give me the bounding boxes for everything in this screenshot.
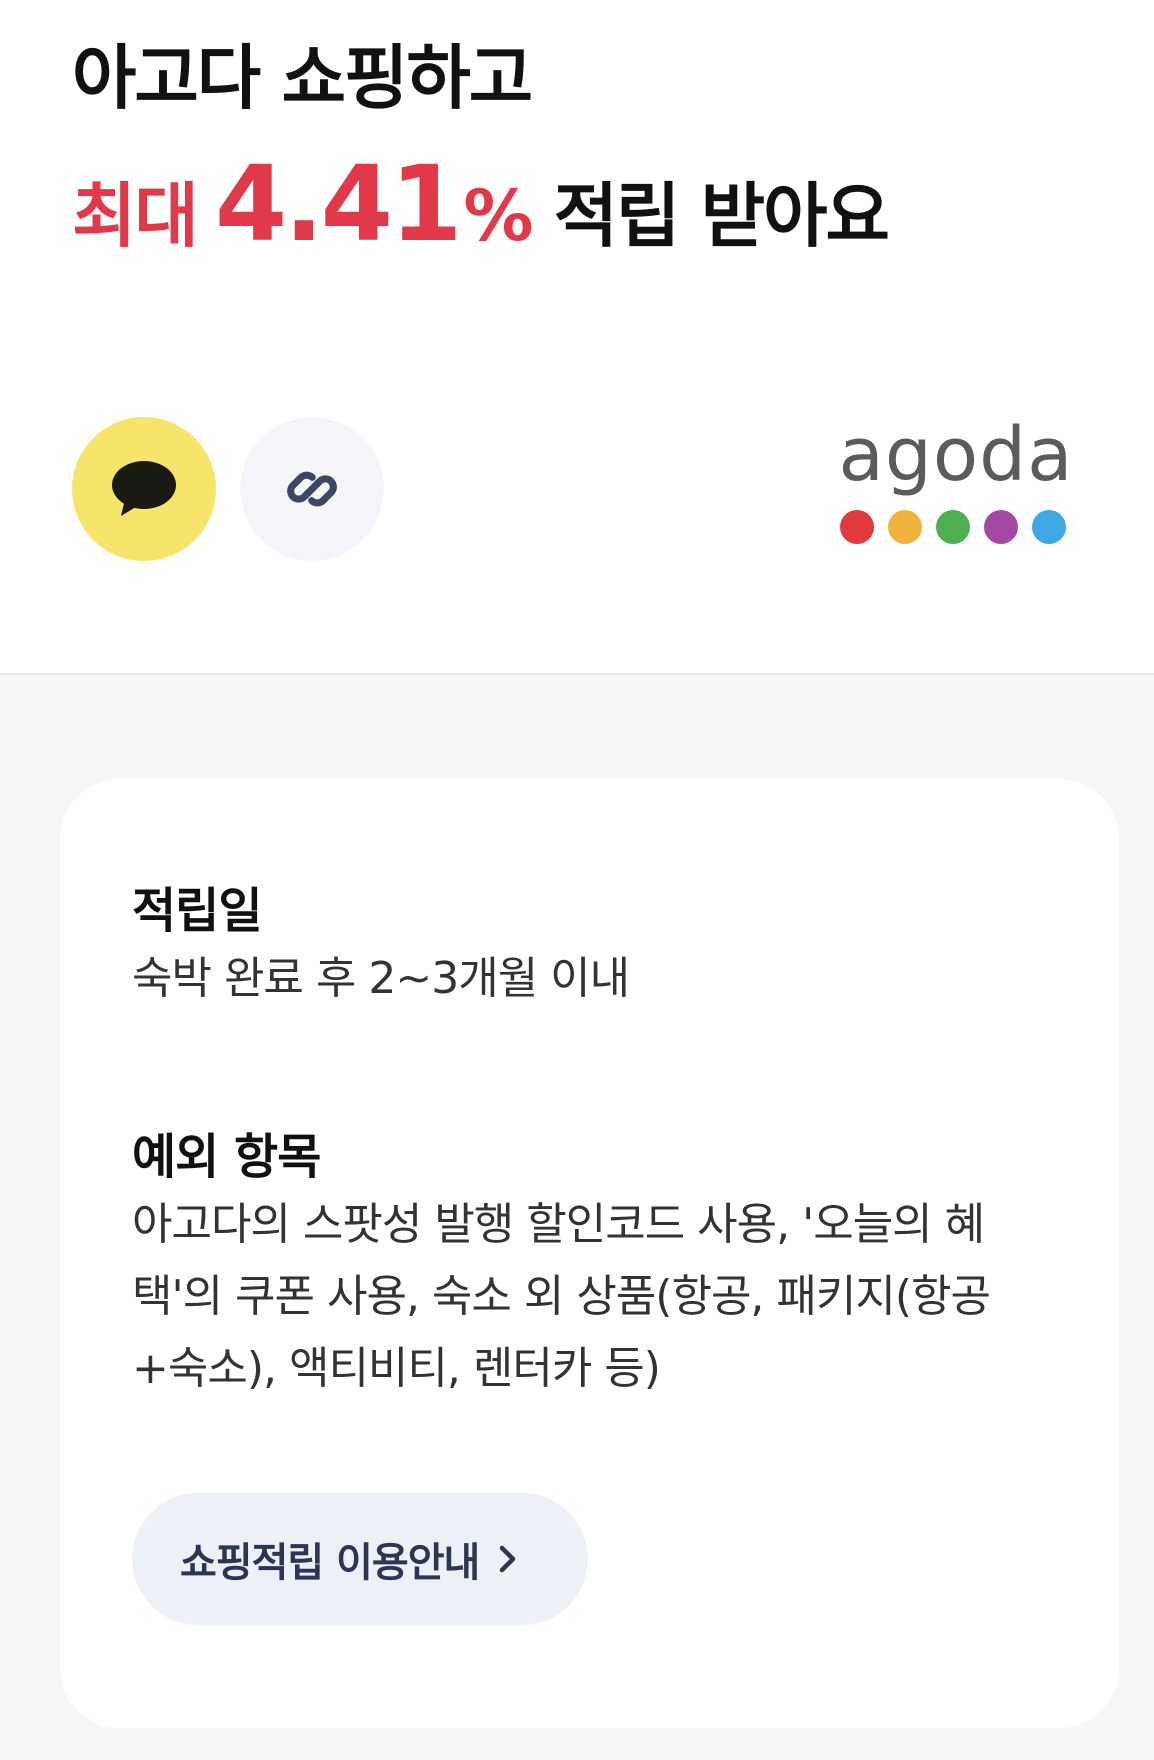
exclusion-body: 아고다의 스팟성 발행 할인코드 사용, '오늘의 혜택'의 쿠폰 사용, 숙소… (132, 1199, 991, 1394)
kakao-speech-bubble-icon (112, 461, 176, 516)
headline-line2-rest: 적립 받아요 (553, 175, 890, 257)
kakao-share-button[interactable] (72, 417, 216, 561)
agoda-logo-text: agoda (838, 412, 1074, 498)
reward-rate-unit: % (463, 175, 533, 257)
exclusion-title: 예외 항목 (132, 1129, 321, 1185)
guide-button-label: 쇼핑적립 이용안내 (180, 1540, 480, 1586)
info-card: 적립일 숙박 완료 후 2~3개월 이내 예외 항목 아고다의 스팟성 발행 할… (60, 779, 1119, 1728)
hero-section: 아고다 쇼핑하고 최대 4.41 % 적립 받아요 agoda (0, 0, 1154, 673)
agoda-dot-orange (888, 510, 922, 544)
accrual-date-title: 적립일 (132, 883, 262, 939)
agoda-dot-green (936, 510, 970, 544)
chevron-right-icon (497, 1543, 519, 1575)
max-label: 최대 (72, 175, 199, 257)
link-chain-icon (287, 471, 337, 507)
shopping-reward-guide-button[interactable]: 쇼핑적립 이용안내 (132, 1493, 588, 1625)
copy-link-button[interactable] (240, 417, 384, 561)
agoda-dot-red (840, 510, 874, 544)
headline-line2: 최대 4.41 % 적립 받아요 (72, 143, 890, 265)
headline-line1: 아고다 쇼핑하고 (72, 37, 533, 119)
agoda-dot-blue (1032, 510, 1066, 544)
info-section: 적립일 숙박 완료 후 2~3개월 이내 예외 항목 아고다의 스팟성 발행 할… (0, 675, 1154, 1760)
reward-rate: 4.41 (214, 143, 463, 265)
agoda-dot-purple (984, 510, 1018, 544)
agoda-logo: agoda (836, 418, 1076, 548)
accrual-date-body: 숙박 완료 후 2~3개월 이내 (132, 953, 630, 1004)
agoda-logo-dots (840, 510, 1066, 544)
